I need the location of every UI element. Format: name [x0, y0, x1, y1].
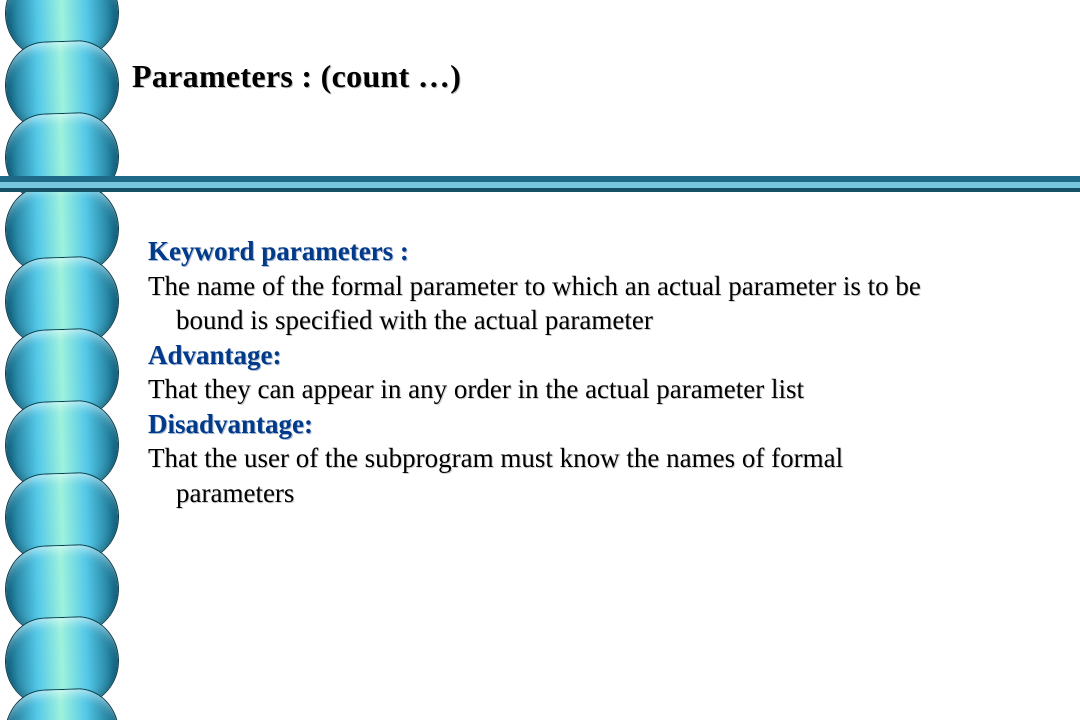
body-paragraph: That the user of the subprogram must kno… — [148, 441, 1018, 476]
body-heading-advantage: Advantage: — [148, 338, 1018, 373]
slide-body: Keyword parameters : The name of the for… — [148, 234, 1018, 510]
body-paragraph-cont: parameters — [148, 476, 1018, 511]
body-paragraph: The name of the formal parameter to whic… — [148, 269, 1018, 304]
slide: Parameters : (count …) Keyword parameter… — [0, 0, 1080, 720]
body-heading-keyword-parameters: Keyword parameters : — [148, 234, 1018, 269]
body-paragraph-cont: bound is specified with the actual param… — [148, 303, 1018, 338]
spiral-binding-decoration — [0, 0, 124, 720]
divider-rule — [0, 176, 1080, 192]
body-paragraph: That they can appear in any order in the… — [148, 372, 1018, 407]
body-heading-disadvantage: Disadvantage: — [148, 407, 1018, 442]
slide-title: Parameters : (count …) — [132, 58, 461, 95]
